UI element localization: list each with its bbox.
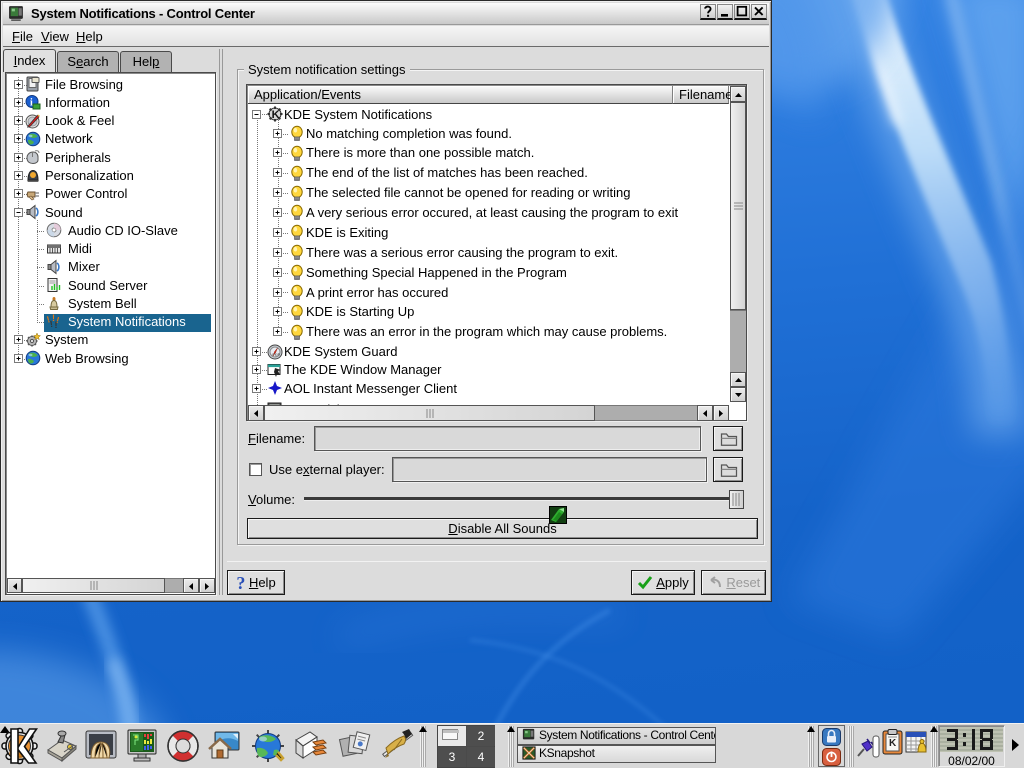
svg-text:K: K — [889, 738, 897, 749]
